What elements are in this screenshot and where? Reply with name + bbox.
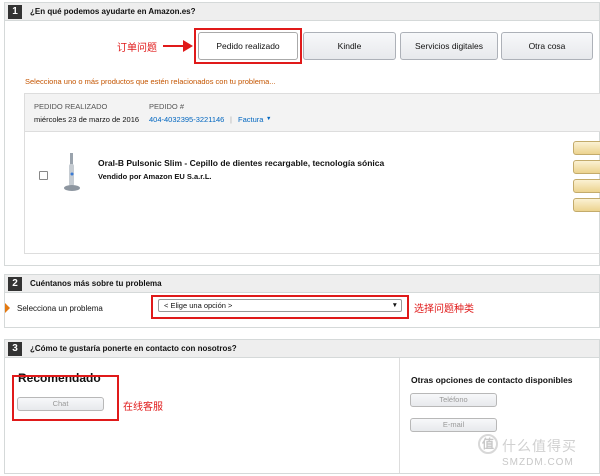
column-divider xyxy=(399,358,400,473)
step-number: 3 xyxy=(8,342,22,356)
invoice-caret-icon[interactable]: ▼ xyxy=(266,116,271,122)
annotation-arrow xyxy=(163,40,193,52)
other-options-heading: Otras opciones de contacto disponibles xyxy=(411,375,573,385)
smzdm-logo-icon: 值 xyxy=(478,434,498,454)
required-marker-icon xyxy=(5,303,10,313)
order-number-link[interactable]: 404-4032395-3221146 xyxy=(149,115,224,124)
product-checkbox[interactable] xyxy=(39,171,48,180)
tab-kindle[interactable]: Kindle xyxy=(303,32,396,60)
watermark-cn: 什么值得买 xyxy=(502,438,577,454)
product-action-button[interactable] xyxy=(573,179,600,193)
section-title: Cuéntanos más sobre tu problema xyxy=(30,279,162,288)
section-problem: 2 Cuéntanos más sobre tu problema Selecc… xyxy=(4,274,600,328)
highlight-order-tab xyxy=(194,28,302,64)
section-header: 3 ¿Cómo te gustaría ponerte en contacto … xyxy=(5,340,599,358)
smzdm-watermark: 值 什么值得买 SMZDM.COM xyxy=(478,430,596,474)
product-seller: Vendido por Amazon EU S.a.r.L. xyxy=(98,172,212,181)
product-title[interactable]: Oral-B Pulsonic Slim - Cepillo de diente… xyxy=(98,158,384,168)
section-title: ¿En qué podemos ayudarte en Amazon.es? xyxy=(30,7,196,16)
annotation-online-service: 在线客服 xyxy=(123,402,163,413)
toothbrush-image xyxy=(64,153,80,191)
section-help-topic: 1 ¿En qué podemos ayudarte en Amazon.es?… xyxy=(4,2,600,266)
step-number: 2 xyxy=(8,277,22,291)
tab-other[interactable]: Otra cosa xyxy=(501,32,593,60)
step-number: 1 xyxy=(8,5,22,19)
order-number-label: PEDIDO # xyxy=(149,102,185,111)
product-action-button[interactable] xyxy=(573,160,600,174)
tab-digital-services[interactable]: Servicios digitales xyxy=(400,32,498,60)
watermark-en: SMZDM.COM xyxy=(502,457,574,468)
product-action-button[interactable] xyxy=(573,141,600,155)
highlight-chat xyxy=(12,375,119,421)
section-title: ¿Cómo te gustaría ponerte en contacto co… xyxy=(30,344,237,353)
product-prompt: Selecciona uno o más productos que estén… xyxy=(25,77,276,86)
order-header: PEDIDO REALIZADO miércoles 23 de marzo d… xyxy=(25,94,600,132)
order-card: PEDIDO REALIZADO miércoles 23 de marzo d… xyxy=(24,93,600,254)
annotation-order-issue: 订单问题 xyxy=(117,43,157,54)
product-action-button[interactable] xyxy=(573,198,600,212)
order-placed-label: PEDIDO REALIZADO xyxy=(34,102,108,111)
section-header: 1 ¿En qué podemos ayudarte en Amazon.es? xyxy=(5,3,599,21)
order-placed-date: miércoles 23 de marzo de 2016 xyxy=(34,115,140,124)
phone-button[interactable]: Teléfono xyxy=(410,393,497,407)
order-separator: | xyxy=(230,115,232,124)
highlight-problem-select xyxy=(151,295,409,319)
annotation-problem-type: 选择问题种类 xyxy=(414,304,474,315)
problem-select-label: Selecciona un problema xyxy=(17,304,103,313)
section-header: 2 Cuéntanos más sobre tu problema xyxy=(5,275,599,293)
invoice-link[interactable]: Factura xyxy=(238,115,263,124)
